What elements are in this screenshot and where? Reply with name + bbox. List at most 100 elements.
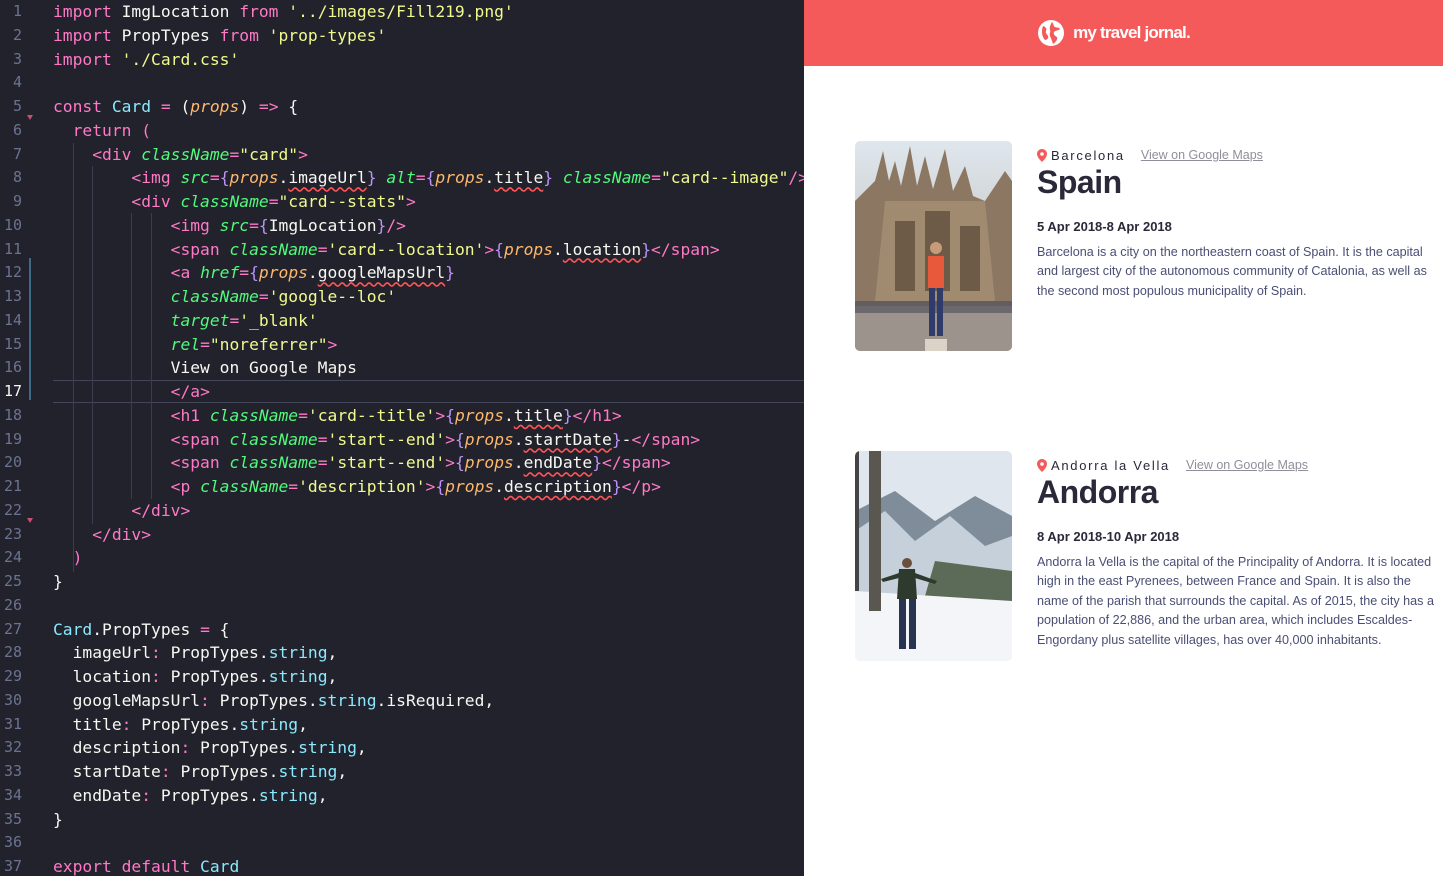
code-line[interactable]: 11 <span className='card--location'>{pro…: [0, 238, 804, 262]
code-line[interactable]: 2 import PropTypes from 'prop-types': [0, 24, 804, 48]
code-line[interactable]: 31 title: PropTypes.string,: [0, 713, 804, 737]
code-token: 'start--end': [327, 453, 446, 473]
code-token: {: [288, 97, 299, 116]
code-line[interactable]: 27 Card.PropTypes = {: [0, 618, 804, 642]
code-line[interactable]: 23 </div>: [0, 523, 804, 547]
code-token: title: [494, 168, 544, 188]
code-line[interactable]: 28 imageUrl: PropTypes.string,: [0, 641, 804, 665]
code-token: =: [415, 168, 426, 188]
code-line[interactable]: 20 <span className='start--end'>{props.e…: [0, 451, 804, 475]
code-line[interactable]: 30 googleMapsUrl: PropTypes.string.isReq…: [0, 689, 804, 713]
code-line[interactable]: 16 View on Google Maps: [0, 356, 804, 380]
code-token: {: [454, 429, 465, 449]
code-text: className='google--loc': [53, 285, 396, 309]
code-line[interactable]: 4: [0, 71, 804, 95]
code-token: p: [641, 477, 652, 496]
card-description: Barcelona is a city on the northeastern …: [1037, 245, 1427, 298]
code-line[interactable]: 21 <p className='description'>{props.des…: [0, 475, 804, 499]
line-number: 8: [12, 168, 22, 187]
code-token: ,: [337, 762, 348, 781]
code-line[interactable]: 24 ): [0, 546, 804, 570]
line-number: 32: [3, 738, 22, 757]
code-token: PropTypes: [180, 762, 269, 781]
google-maps-link[interactable]: View on Google Maps: [1141, 148, 1263, 162]
code-token: 'start--end': [327, 429, 446, 449]
code-token: ,: [356, 738, 367, 758]
code-token: const: [53, 97, 112, 116]
code-line[interactable]: 17 </a>: [0, 380, 804, 404]
code-token: .: [513, 453, 524, 473]
code-token: </: [170, 382, 191, 401]
code-line[interactable]: 25}: [0, 570, 804, 594]
code-token: PropTypes: [170, 667, 259, 686]
code-token: a: [190, 382, 201, 401]
code-token: </: [631, 429, 652, 449]
code-token: endDate: [523, 453, 593, 473]
code-token: rel: [170, 334, 201, 354]
code-token: }: [592, 453, 603, 473]
code-token: (: [180, 97, 191, 116]
code-token: span: [670, 239, 710, 259]
code-token: =: [200, 334, 210, 354]
code-token: string: [239, 714, 299, 734]
code-token: >: [435, 405, 446, 425]
code-line[interactable]: 35}: [0, 808, 804, 832]
app-preview: my travel jornal. Barcelona View on Goog…: [804, 0, 1443, 876]
google-maps-link[interactable]: View on Google Maps: [1186, 458, 1308, 472]
code-line[interactable]: 14 target='_blank': [0, 309, 804, 333]
brand[interactable]: my travel jornal.: [1037, 19, 1191, 47]
code-token: span: [621, 453, 661, 473]
code-text: googleMapsUrl: PropTypes.string.isRequir…: [53, 689, 495, 713]
code-token: =: [229, 310, 240, 330]
globe-icon: [1038, 20, 1065, 46]
code-line[interactable]: 29 location: PropTypes.string,: [0, 665, 804, 689]
line-number: 13: [3, 287, 22, 305]
code-line[interactable]: 15 rel="noreferrer">: [0, 333, 804, 357]
code-token: .: [494, 477, 504, 496]
code-token: =: [298, 405, 308, 425]
code-token: location: [562, 239, 642, 259]
code-line[interactable]: 22 </div>: [0, 499, 804, 523]
card-dates: 5 Apr 2018-8 Apr 2018: [1037, 219, 1172, 234]
code-line[interactable]: 7 <div className="card">: [0, 143, 804, 167]
code-line[interactable]: 1 import ImgLocation from '../images/Fill…: [0, 0, 804, 24]
code-text: <img src={ImgLocation}/>: [53, 214, 406, 238]
code-line[interactable]: 37 export default Card: [0, 855, 804, 876]
line-number: 36: [3, 833, 22, 852]
code-token: {: [219, 168, 230, 188]
code-token: }: [53, 809, 63, 829]
code-line[interactable]: 34 endDate: PropTypes.string,: [0, 784, 804, 808]
code-token: >: [141, 524, 152, 544]
line-number: 23: [3, 524, 22, 543]
code-token: div: [111, 524, 142, 544]
code-line[interactable]: 6 return (: [0, 119, 804, 143]
code-line[interactable]: 9 <div className="card--stats">: [0, 190, 804, 214]
code-line[interactable]: 10 <img src={ImgLocation}/>: [0, 214, 804, 238]
code-line[interactable]: 3 import './Card.css': [0, 48, 804, 72]
code-line[interactable]: 19 <span className='start--end'>{props.s…: [0, 428, 804, 452]
code-line[interactable]: 12 <a href={props.googleMapsUrl}: [0, 261, 804, 285]
line-number: 6: [12, 120, 22, 139]
code-editor[interactable]: 1 import ImgLocation from '../images/Fill…: [0, 0, 804, 876]
code-line[interactable]: 5 const Card = (props) => {: [0, 95, 804, 119]
code-token: =: [209, 168, 220, 188]
location-pin-icon: [1037, 458, 1047, 472]
code-token: 'google--loc': [268, 287, 397, 306]
card-image: [855, 451, 1012, 661]
code-line[interactable]: 13 className='google--loc': [0, 285, 804, 309]
code-line[interactable]: 36: [0, 831, 804, 855]
code-token: }: [53, 572, 63, 591]
line-number: 14: [3, 310, 22, 329]
code-token: className: [229, 239, 318, 259]
code-line[interactable]: 32 description: PropTypes.string,: [0, 736, 804, 760]
code-token: {: [425, 168, 436, 188]
code-line[interactable]: 26: [0, 594, 804, 618]
code-token: </: [651, 239, 671, 259]
code-line[interactable]: 18 <h1 className='card--title'>{props.ti…: [0, 404, 804, 428]
code-line[interactable]: 8 <img src={props.imageUrl} alt={props.t…: [0, 166, 804, 190]
code-text: <img src={props.imageUrl} alt={props.tit…: [53, 166, 804, 190]
code-line[interactable]: 33 startDate: PropTypes.string,: [0, 760, 804, 784]
